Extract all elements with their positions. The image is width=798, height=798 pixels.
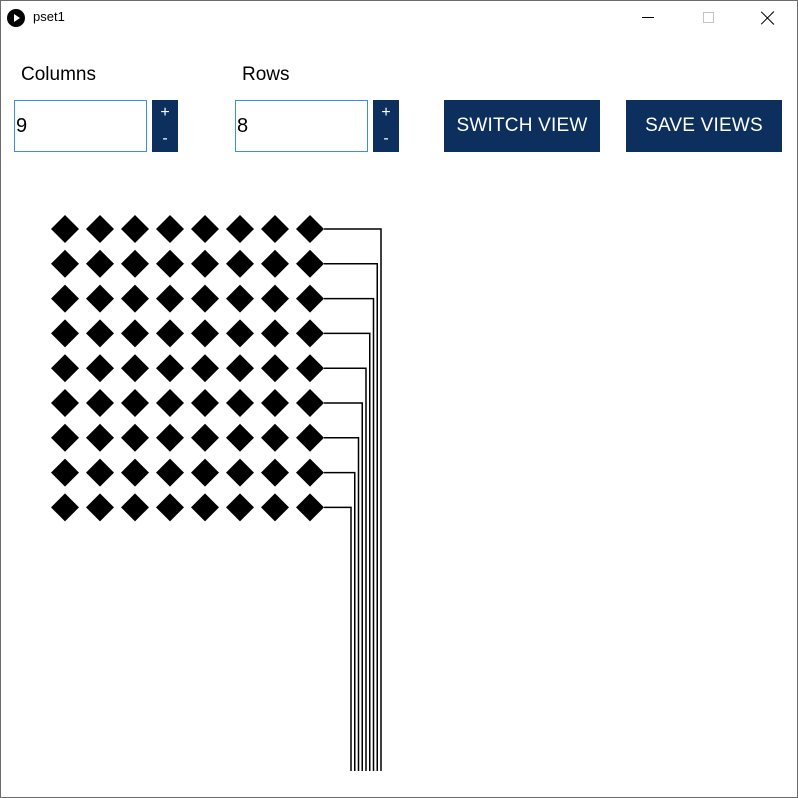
diamond (296, 423, 324, 452)
diamond (86, 354, 114, 383)
diamond (156, 249, 184, 278)
diamond (261, 249, 289, 278)
diamond (86, 249, 114, 278)
diamond (226, 284, 254, 313)
connector-line (324, 367, 367, 771)
diamond (226, 458, 254, 487)
diamond (156, 493, 184, 522)
diamond (296, 284, 324, 313)
diamond (156, 423, 184, 452)
diamond (191, 215, 219, 243)
diamond (86, 423, 114, 452)
diamond (296, 493, 324, 522)
diamond (261, 354, 289, 383)
diamond (296, 249, 324, 278)
diamond (121, 423, 149, 452)
diamond (121, 458, 149, 487)
diamond (296, 389, 324, 417)
diamond (191, 284, 219, 313)
diamond (121, 354, 149, 383)
diamond (261, 215, 289, 243)
diamond (51, 423, 79, 452)
diamond (51, 389, 79, 417)
diamond (86, 493, 114, 522)
diamond (226, 354, 254, 383)
diamond (296, 458, 324, 487)
diamond (156, 458, 184, 487)
diamond (156, 284, 184, 313)
diamond (86, 215, 114, 243)
diamond (226, 423, 254, 452)
connector-line (324, 402, 363, 771)
diamond (226, 319, 254, 348)
diamond (51, 215, 79, 243)
diamond (191, 354, 219, 383)
diamond (156, 319, 184, 348)
diamond (261, 458, 289, 487)
diamond (121, 319, 149, 348)
diamond (226, 215, 254, 243)
diamond (86, 458, 114, 487)
diamond (86, 284, 114, 313)
diamond (191, 493, 219, 522)
diamond (51, 319, 79, 348)
diamond (156, 215, 184, 243)
diamond (261, 493, 289, 522)
diamond (296, 215, 324, 243)
pattern-canvas (51, 215, 382, 771)
diamond (296, 354, 324, 383)
diamond (191, 423, 219, 452)
diamond (86, 319, 114, 348)
diamond (261, 389, 289, 417)
diamond (261, 423, 289, 452)
diamond (51, 284, 79, 313)
diamond (191, 389, 219, 417)
connector-line (324, 471, 356, 771)
diamond (261, 319, 289, 348)
diamond (226, 249, 254, 278)
diamond (191, 319, 219, 348)
diamond (86, 389, 114, 417)
connector-line (324, 437, 360, 771)
diamond (51, 249, 79, 278)
diamond (121, 249, 149, 278)
connector-line (324, 506, 352, 771)
connector-line (324, 228, 382, 771)
diamond (51, 354, 79, 383)
diamond (121, 493, 149, 522)
diamond (121, 215, 149, 243)
diamond (156, 389, 184, 417)
diamond (121, 284, 149, 313)
diamond (121, 389, 149, 417)
diamond (191, 458, 219, 487)
diamond (296, 319, 324, 348)
diamond (156, 354, 184, 383)
diamond (51, 458, 79, 487)
diamond (226, 389, 254, 417)
diamond (51, 493, 79, 522)
diamond (261, 284, 289, 313)
diamond (226, 493, 254, 522)
diamond (191, 249, 219, 278)
